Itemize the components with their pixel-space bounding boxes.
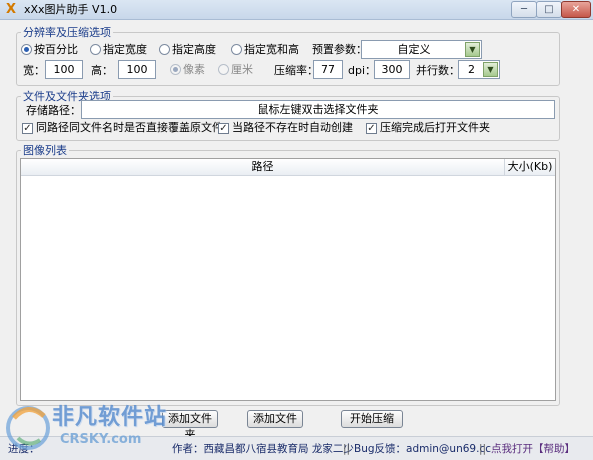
resolution-group-legend: 分辨率及压缩选项 xyxy=(21,26,113,39)
mode-height-label[interactable]: 指定高度 xyxy=(172,43,216,57)
open-folder-checkbox[interactable]: ✓ xyxy=(366,123,377,134)
save-path-label: 存储路径： xyxy=(26,104,81,117)
unit-pixel-label: 像素 xyxy=(183,63,205,76)
chevron-down-icon[interactable]: ▼ xyxy=(483,62,498,77)
unit-pixel-radio[interactable] xyxy=(170,64,181,75)
mode-height-radio[interactable] xyxy=(159,44,170,55)
image-list-legend: 图像列表 xyxy=(21,144,69,157)
mode-width-height-label[interactable]: 指定宽和高 xyxy=(244,43,299,57)
open-folder-label[interactable]: 压缩完成后打开文件夹 xyxy=(380,121,490,135)
preset-value: 自定义 xyxy=(397,43,431,56)
mode-width-radio[interactable] xyxy=(90,44,101,55)
status-separator: || xyxy=(479,443,487,455)
watermark-text: 非凡软件站 xyxy=(52,405,168,430)
image-list[interactable]: 路径 大小(Kb) xyxy=(20,158,556,401)
unit-cm-radio[interactable] xyxy=(218,64,229,75)
close-button[interactable]: ✕ xyxy=(561,1,591,18)
save-path-field[interactable]: 鼠标左键双击选择文件夹 xyxy=(81,100,555,119)
width-input[interactable]: 100 xyxy=(45,60,83,79)
height-label: 高： xyxy=(91,64,113,77)
mode-width-height-radio[interactable] xyxy=(231,44,242,55)
app-icon: X xyxy=(5,2,17,17)
preset-select[interactable]: 自定义 ▼ xyxy=(361,40,482,59)
status-separator: || xyxy=(343,443,351,455)
watermark-logo-icon xyxy=(6,406,50,450)
watermark-domain: CRSKY.com xyxy=(60,432,142,447)
bug-report-text[interactable]: Bug反馈：admin@un69.cc xyxy=(354,442,491,456)
dpi-input[interactable]: 300 xyxy=(374,60,410,79)
mode-percent-radio[interactable] xyxy=(21,44,32,55)
window-title: xXx图片助手 V1.0 xyxy=(24,3,118,16)
overwrite-label[interactable]: 同路径同文件名时是否直接覆盖原文件 xyxy=(36,121,223,135)
unit-cm-label: 厘米 xyxy=(231,63,253,76)
column-header-size[interactable]: 大小(Kb) xyxy=(505,159,555,176)
title-bar: X xXx图片助手 V1.0 ─ □ ✕ xyxy=(0,0,593,20)
height-input[interactable]: 100 xyxy=(118,60,156,79)
overwrite-checkbox[interactable]: ✓ xyxy=(22,123,33,134)
help-link[interactable]: 点我打开【帮助】 xyxy=(491,442,575,456)
threads-select[interactable]: 2 ▼ xyxy=(458,60,500,79)
mode-width-label[interactable]: 指定宽度 xyxy=(103,43,147,57)
maximize-button[interactable]: □ xyxy=(536,1,562,18)
author-text: 作者：西藏昌都八宿县教育局 龙家二少 xyxy=(172,443,354,455)
add-file-button[interactable]: 添加文件 xyxy=(247,410,303,428)
compression-label: 压缩率： xyxy=(274,64,318,77)
auto-create-checkbox[interactable]: ✓ xyxy=(218,123,229,134)
threads-value: 2 xyxy=(468,63,475,76)
dpi-label: dpi： xyxy=(348,64,377,77)
start-button[interactable]: 开始压缩 xyxy=(341,410,403,428)
column-header-path[interactable]: 路径 xyxy=(21,159,505,176)
preset-label: 预置参数： xyxy=(312,43,367,56)
mode-percent-label[interactable]: 按百分比 xyxy=(34,43,78,57)
chevron-down-icon[interactable]: ▼ xyxy=(465,42,480,57)
width-label: 宽： xyxy=(23,64,45,77)
add-folder-button[interactable]: 添加文件夹 xyxy=(162,410,218,441)
minimize-button[interactable]: ─ xyxy=(511,1,537,18)
threads-label: 并行数： xyxy=(416,64,460,77)
auto-create-label[interactable]: 当路径不存在时自动创建 xyxy=(232,121,353,135)
compression-input[interactable]: 77 xyxy=(313,60,343,79)
